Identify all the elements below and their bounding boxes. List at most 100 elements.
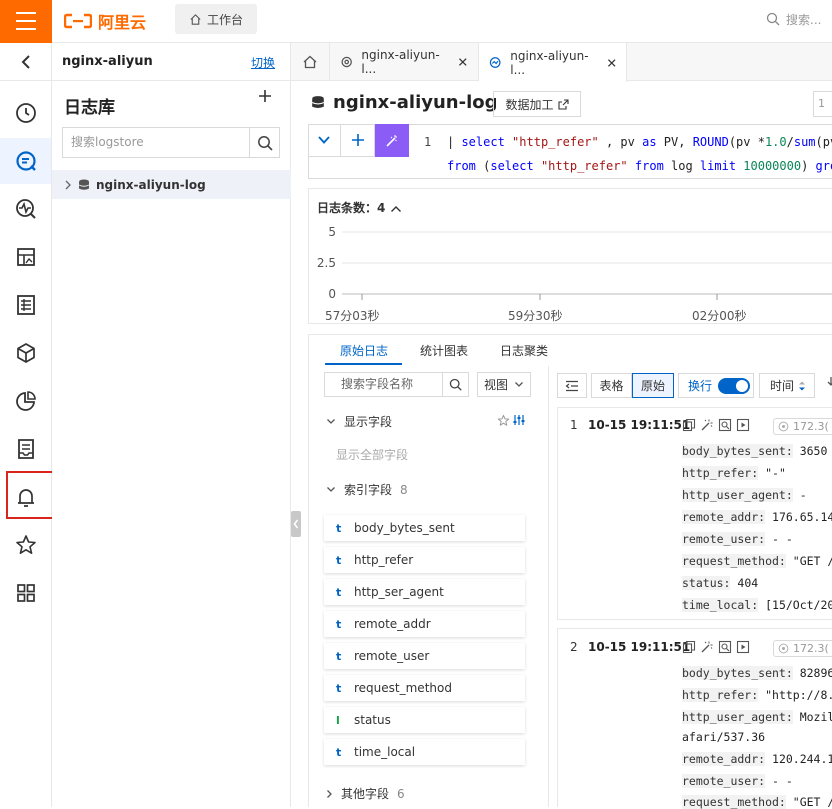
logstore-search-input[interactable]: 搜索logstore (62, 127, 249, 158)
menu-icon[interactable] (0, 0, 52, 43)
log-field-key[interactable]: remote_addr: (682, 752, 766, 766)
field-item[interactable]: t request_method (324, 675, 525, 701)
close-icon[interactable] (607, 58, 616, 68)
data-processing-button[interactable]: 数据加工 (493, 91, 581, 117)
collapse-fields-button[interactable] (557, 373, 587, 398)
time-sort-button[interactable]: 时间 (759, 373, 815, 398)
field-name: remote_addr (354, 617, 431, 631)
log-field-value[interactable]: - - (765, 532, 793, 546)
field-item[interactable]: t time_local (324, 739, 525, 765)
aliyun-logo[interactable]: 阿里云 (64, 9, 146, 33)
log-field-value[interactable]: - - (765, 774, 793, 788)
log-field-key[interactable]: body_bytes_sent: (682, 666, 793, 680)
log-field-value[interactable]: 404 (730, 576, 758, 590)
rail-item-apps[interactable] (0, 570, 51, 616)
tab-log-clustering[interactable]: 日志聚类 (500, 342, 548, 359)
field-item[interactable]: t body_bytes_sent (324, 515, 525, 541)
log-count-value: 4 (377, 201, 386, 215)
view-select[interactable]: 视图 (477, 372, 531, 397)
log-field-value[interactable]: 82896 (793, 666, 832, 680)
workbench-button[interactable]: 工作台 (175, 4, 257, 34)
field-item[interactable]: t remote_user (324, 643, 525, 669)
rail-item-resources[interactable] (0, 330, 51, 376)
log-field-value[interactable]: afari/537.36 (682, 730, 765, 744)
copy-icon[interactable] (682, 640, 696, 654)
global-search[interactable]: 搜索... (758, 6, 832, 32)
log-field-key[interactable]: remote_addr: (682, 510, 766, 524)
indexed-fields-group[interactable]: 索引字段 8 (326, 481, 408, 498)
switch-project-link[interactable]: 切换 (251, 54, 275, 71)
more-toolbar-icon[interactable] (827, 376, 832, 394)
context-search-icon[interactable] (718, 640, 732, 654)
live-tail-icon[interactable] (736, 418, 750, 432)
log-count[interactable]: 日志条数：4 (317, 199, 402, 216)
logstore-tree-item[interactable]: nginx-aliyun-log (52, 170, 291, 199)
line-wrap-toggle[interactable]: 换行 (678, 373, 754, 398)
add-query-button[interactable] (341, 124, 375, 157)
log-field-key[interactable]: request_method: (682, 554, 786, 568)
live-tail-icon[interactable] (736, 640, 750, 654)
field-item[interactable]: l status (324, 707, 525, 733)
log-field-value[interactable]: "-" (758, 466, 786, 480)
tab-logstore-2[interactable]: nginx-aliyun-l... (479, 43, 627, 82)
log-entry-source[interactable]: 172.3( (773, 640, 832, 657)
copy-icon[interactable] (682, 418, 696, 432)
log-field-value[interactable]: 176.65.141 (765, 510, 832, 524)
back-button[interactable] (0, 43, 52, 81)
log-field-value[interactable]: 120.244.19 (765, 752, 832, 766)
show-all-fields-link[interactable]: 显示全部字段 (336, 446, 408, 463)
rail-item-overview[interactable] (0, 90, 51, 136)
log-field-key[interactable]: remote_user: (682, 774, 766, 788)
rail-item-reports[interactable] (0, 282, 51, 328)
panel-collapse-handle[interactable] (291, 511, 301, 537)
magic-wand-icon[interactable] (700, 418, 714, 432)
log-entry-source[interactable]: 172.3( (773, 418, 832, 435)
log-field-value[interactable]: - (793, 488, 807, 502)
field-item[interactable]: t http_ser_agent (324, 579, 525, 605)
rail-item-logstore[interactable] (0, 138, 51, 184)
rail-item-analytics[interactable] (0, 378, 51, 424)
log-field-value[interactable]: Mozill (793, 710, 832, 724)
tab-raw-logs[interactable]: 原始日志 (340, 342, 388, 359)
context-search-icon[interactable] (718, 418, 732, 432)
rail-item-tasks[interactable] (0, 426, 51, 472)
table-view-button[interactable]: 表格 (591, 373, 632, 398)
rail-item-monitor[interactable] (0, 186, 51, 232)
raw-view-button[interactable]: 原始 (632, 373, 674, 398)
displayed-fields-group[interactable]: 显示字段 (326, 413, 392, 430)
logstore-search-button[interactable] (249, 127, 280, 158)
time-range-button[interactable]: 1 (813, 91, 832, 117)
query-history-button[interactable] (308, 124, 341, 157)
query-line-2[interactable]: from (select "http_refer" from log limit… (447, 159, 832, 173)
log-field-key[interactable]: time_local: (682, 598, 759, 612)
copilot-button[interactable] (375, 124, 409, 157)
tab-statistics[interactable]: 统计图表 (420, 342, 468, 359)
star-icon[interactable] (497, 414, 510, 427)
add-logstore-button[interactable] (258, 89, 272, 103)
log-field-value[interactable]: [15/Oct/202 (758, 598, 832, 612)
log-field-key[interactable]: http_user_agent: (682, 488, 793, 502)
log-field-key[interactable]: http_refer: (682, 466, 759, 480)
line-wrap-switch[interactable] (718, 377, 751, 394)
tab-logstore-1[interactable]: nginx-aliyun-l... (330, 43, 479, 81)
log-field-value[interactable]: 3650 (793, 444, 828, 458)
log-field-value[interactable]: "GET /c (786, 554, 832, 568)
field-search-input[interactable]: 搜索字段名称 (324, 372, 443, 397)
tab-home[interactable] (291, 43, 330, 81)
log-field-key[interactable]: http_user_agent: (682, 710, 793, 724)
close-icon[interactable] (458, 57, 468, 67)
magic-wand-icon[interactable] (700, 640, 714, 654)
log-field-key[interactable]: remote_user: (682, 532, 766, 546)
log-field-key[interactable]: body_bytes_sent: (682, 444, 793, 458)
field-search-button[interactable] (443, 372, 469, 397)
field-item[interactable]: t http_refer (324, 547, 525, 573)
rail-item-dashboard[interactable] (0, 234, 51, 280)
log-field-value[interactable]: "http://8.1 (758, 688, 832, 702)
sliders-icon[interactable] (512, 413, 526, 427)
log-field-key[interactable]: http_refer: (682, 688, 759, 702)
other-fields-group[interactable]: 其他字段 6 (326, 785, 405, 802)
query-line-1[interactable]: | select "http_refer" , pv as PV, ROUND(… (447, 135, 832, 149)
log-field-key[interactable]: status: (682, 576, 731, 590)
field-item[interactable]: t remote_addr (324, 611, 525, 637)
rail-item-favorites[interactable] (0, 522, 51, 568)
